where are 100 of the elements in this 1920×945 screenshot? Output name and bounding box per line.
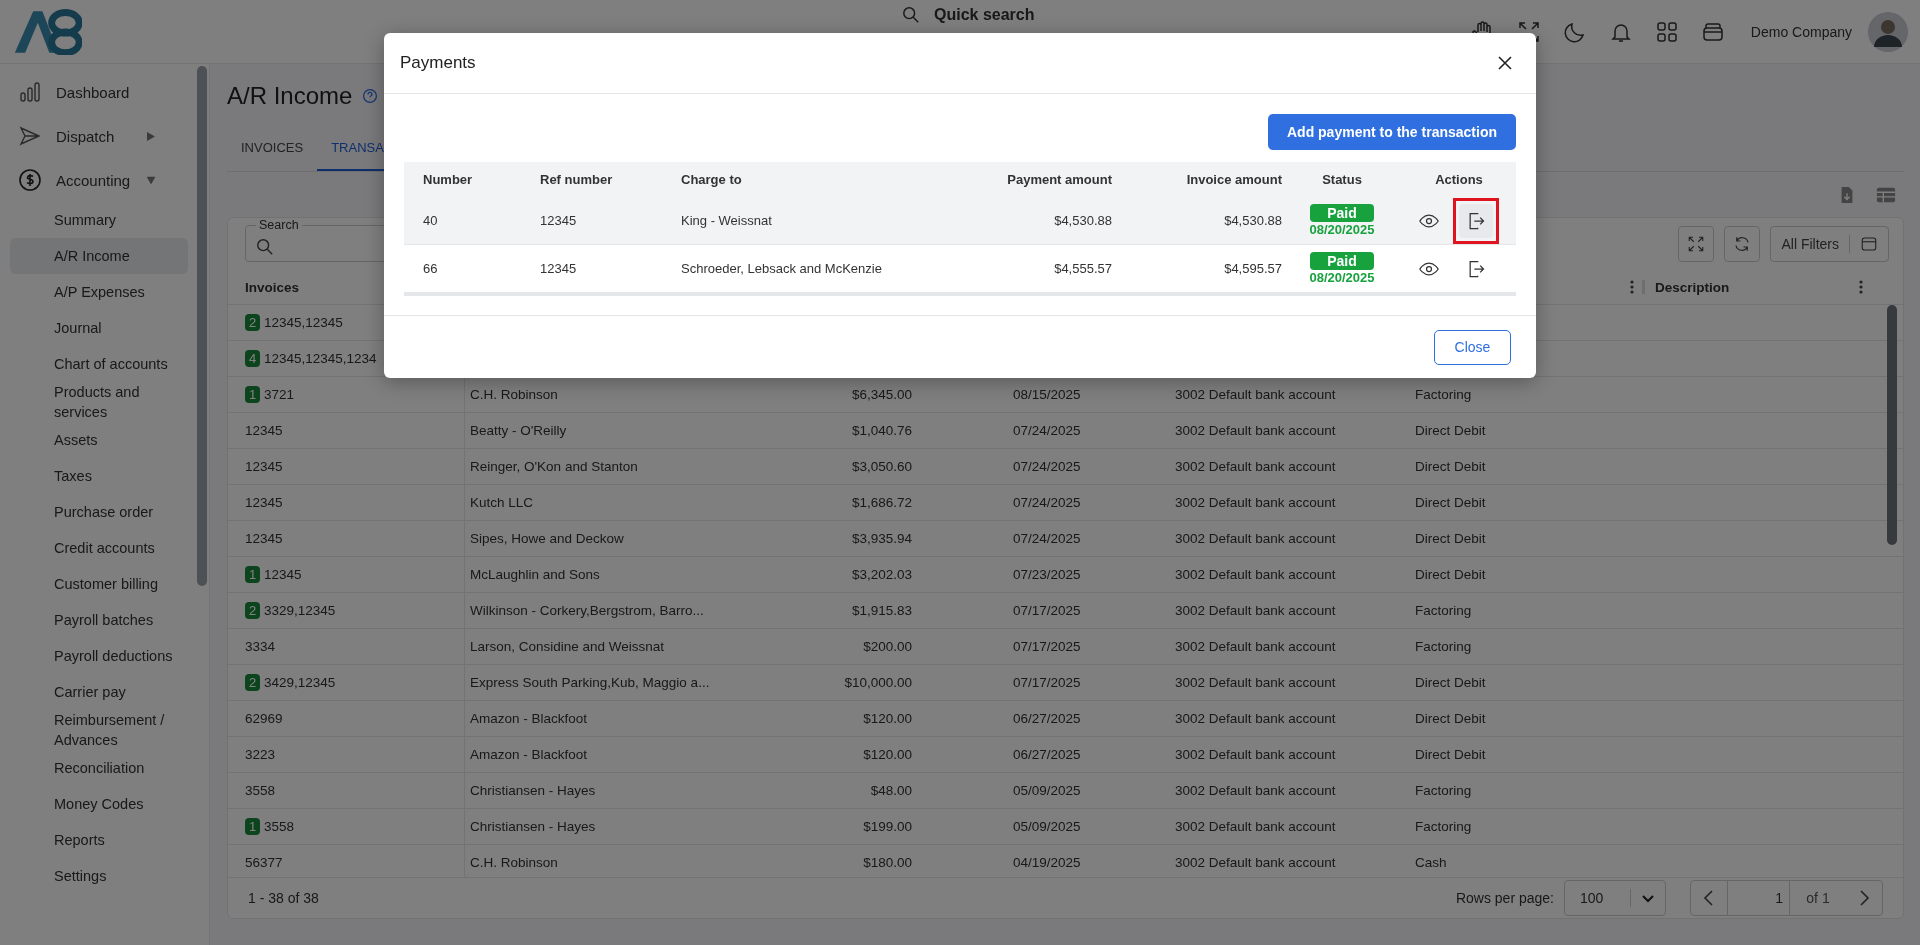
table-cell: 3002 Default bank account (1175, 639, 1336, 654)
sidebar-item[interactable]: Taxes (10, 458, 188, 494)
exit-button[interactable] (1459, 203, 1493, 238)
table-cell: 05/09/2025 (1013, 783, 1081, 798)
table-row[interactable]: 40 12345 King - Weissnat $4,530.88 $4,530.88 Paid 08/20/2025 (404, 197, 1516, 245)
page-input[interactable]: 1 (1727, 881, 1790, 915)
table-cell: 3002 Default bank account (1175, 855, 1336, 870)
scrollbar[interactable] (197, 66, 207, 586)
quick-search-field[interactable]: Quick search (934, 6, 1035, 24)
sidebar-item[interactable]: Dispatch (0, 114, 175, 158)
sidebar-item[interactable]: Reimbursement / Advances (10, 710, 188, 750)
tab[interactable]: INVOICES (227, 128, 318, 171)
sidebar-item[interactable]: Customer billing (10, 566, 188, 602)
sidebar-item[interactable]: Assets (10, 422, 188, 458)
table-cell: 06/27/2025 (1013, 711, 1081, 726)
column-header: Status (1322, 172, 1362, 187)
sidebar-item[interactable]: A/R Income (10, 238, 188, 274)
table-cell: 66 (423, 261, 438, 276)
count-badge: 1 (245, 386, 260, 403)
scrollbar[interactable] (1887, 305, 1897, 545)
table-cell: 3002 Default bank account (1175, 603, 1336, 618)
table-cell: Christiansen - Hayes (470, 783, 596, 798)
sidebar-item[interactable]: Payroll deductions (10, 638, 188, 674)
table-cell: 3002 Default bank account (1175, 675, 1336, 690)
table-cell: 3223 (245, 747, 276, 762)
table-cell: $120.00 (863, 747, 912, 762)
table-cell: $199.00 (863, 819, 912, 834)
table-cell: 12345 (540, 261, 577, 276)
status-date: 08/20/2025 (1309, 222, 1375, 237)
table-cell: Reinger, O'Kon and Stanton (470, 459, 638, 474)
status-badge: Paid (1310, 252, 1374, 270)
count-badge: 2 (245, 674, 260, 691)
sidebar-item[interactable]: Money Codes (10, 786, 188, 822)
sidebar-item[interactable]: Purchase order (10, 494, 188, 530)
table-cell: McLaughlin and Sons (470, 567, 600, 582)
chevron-right-icon (1858, 890, 1870, 906)
filters-button[interactable]: All Filters (1770, 226, 1889, 262)
search-icon (256, 237, 274, 256)
column-header: Invoice amount (1186, 172, 1282, 187)
sidebar-item[interactable]: Dashboard (0, 70, 175, 114)
table-cell: 05/09/2025 (1013, 819, 1081, 834)
sidebar-item[interactable]: Chart of accounts (10, 346, 188, 382)
help-icon[interactable] (362, 88, 379, 104)
search-icon (902, 6, 920, 24)
table-cell: Factoring (1415, 783, 1472, 798)
column-header[interactable]: Description (1655, 279, 1730, 295)
table-cell: 62969 (245, 711, 283, 726)
rows-per-page-label: Rows per page: (1455, 890, 1554, 906)
table-cell: 3558 (245, 783, 276, 798)
table-cell: $1,915.83 (851, 603, 912, 618)
table-cell: Direct Debit (1415, 567, 1486, 582)
table-cell: 06/27/2025 (1013, 747, 1081, 762)
table-cell: Factoring (1415, 819, 1472, 834)
sidebar-item[interactable]: Settings (10, 858, 188, 894)
table-cell: Factoring (1415, 639, 1472, 654)
table-view-icon[interactable] (1876, 186, 1896, 204)
table-row[interactable]: 66 12345 Schroeder, Lebsack and McKenzie $4,555.57 $4,595.57 Paid 08/20/2025 (404, 245, 1516, 293)
table-cell: 08/15/2025 (1013, 387, 1081, 402)
column-menu-icon[interactable] (1630, 280, 1634, 294)
table-cell: $4,530.88 (1054, 213, 1112, 228)
record-range: 1 - 38 of 38 (248, 890, 319, 906)
close-button[interactable]: Close (1434, 329, 1511, 365)
table-cell: Christiansen - Hayes (470, 819, 596, 834)
table-cell: 3002 Default bank account (1175, 819, 1336, 834)
table-cell: 3002 Default bank account (1175, 711, 1336, 726)
table-cell: 12345,12345 (264, 315, 343, 330)
chevron-left-icon (1703, 890, 1715, 906)
fullscreen-button[interactable] (1678, 226, 1715, 262)
table-cell: 3002 Default bank account (1175, 531, 1336, 546)
table-cell: 12345 (245, 423, 283, 438)
sidebar-item[interactable]: Reports (10, 822, 188, 858)
sidebar-item[interactable]: Products and services (10, 382, 188, 422)
table-cell: King - Weissnat (681, 213, 772, 228)
sidebar-item[interactable]: Carrier pay (10, 674, 188, 710)
sidebar-item[interactable]: Payroll batches (10, 602, 188, 638)
table-cell: 07/17/2025 (1013, 639, 1081, 654)
table-cell: 3334 (245, 639, 276, 654)
sidebar-item[interactable]: Summary (10, 202, 188, 238)
table-cell: Sipes, Howe and Deckow (470, 531, 624, 546)
table-cell: Larson, Considine and Weissnat (470, 639, 665, 654)
sidebar-item[interactable]: A/P Expenses (10, 274, 188, 310)
apps-icon[interactable] (1654, 19, 1679, 44)
avatar[interactable] (1868, 11, 1908, 52)
table-cell: 07/17/2025 (1013, 603, 1081, 618)
bar-chart-icon (18, 80, 42, 104)
table-cell: 12345 (245, 459, 283, 474)
table-cell: 07/24/2025 (1013, 459, 1081, 474)
sidebar-item[interactable]: Accounting (0, 158, 175, 202)
refresh-button[interactable] (1724, 226, 1761, 262)
sidebar-item[interactable]: Journal (10, 310, 188, 346)
add-payment-button[interactable]: Add payment to the transaction (1267, 114, 1516, 150)
sidebar-item[interactable]: Reconciliation (10, 750, 188, 786)
close-icon[interactable] (1498, 56, 1512, 70)
company-name[interactable]: Demo Company (1750, 23, 1852, 40)
sidebar-item[interactable]: Credit accounts (10, 530, 188, 566)
count-badge: 1 (245, 566, 260, 583)
table-cell: Direct Debit (1415, 459, 1486, 474)
rows-per-page-select[interactable]: 100 (1564, 880, 1666, 916)
table-cell: Factoring (1415, 603, 1472, 618)
column-menu-icon[interactable] (1859, 279, 1863, 294)
